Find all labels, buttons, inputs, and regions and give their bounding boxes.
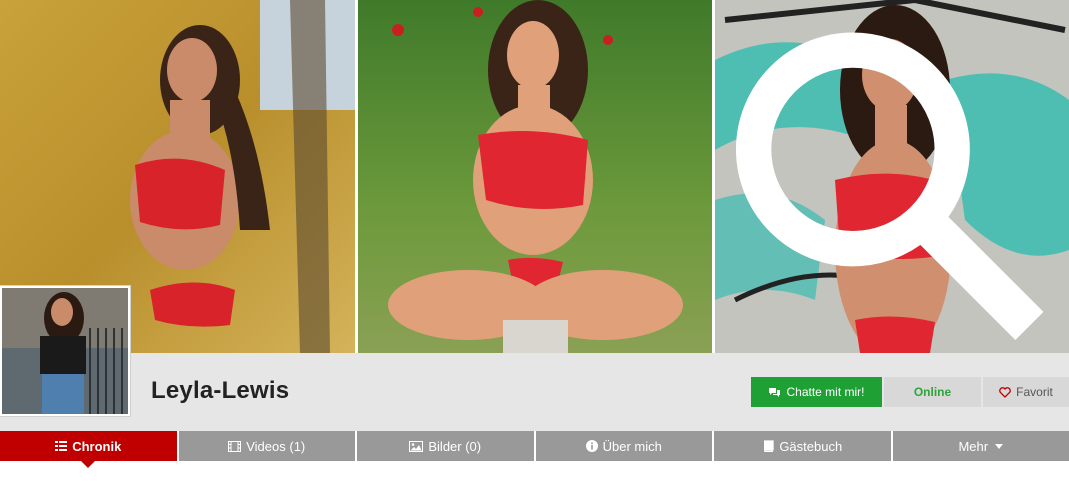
favorite-button[interactable]: Favorit — [983, 377, 1069, 407]
tab-gaestebuch[interactable]: Gästebuch — [714, 431, 891, 461]
profile-name: Leyla-Lewis — [151, 377, 290, 404]
chevron-down-icon — [995, 443, 1004, 449]
film-icon — [228, 440, 242, 452]
tab-gaestebuch-label: Gästebuch — [779, 438, 843, 454]
profile-tabs: Chronik Videos (1) Bilder (0) Über mich … — [0, 431, 1069, 468]
tab-bilder-label: Bilder (0) — [428, 438, 482, 454]
tab-chronik-label: Chronik — [72, 438, 122, 454]
tab-ueber-mich[interactable]: Über mich — [535, 431, 712, 461]
chat-button[interactable]: Chatte mit mir! — [751, 377, 882, 407]
favorite-button-label: Favorit — [1016, 385, 1053, 399]
zoom-icon[interactable] — [715, 6, 1063, 353]
tab-mehr[interactable]: Mehr — [892, 431, 1069, 461]
chat-bubble-icon — [769, 387, 781, 397]
gallery-photo-2[interactable] — [358, 0, 712, 353]
gallery-photo-3[interactable] — [715, 0, 1069, 353]
tab-bilder[interactable]: Bilder (0) — [357, 431, 534, 461]
photo-gallery — [0, 0, 1069, 353]
book-icon — [764, 440, 774, 452]
image-icon — [409, 440, 424, 452]
online-status-label: Online — [913, 385, 952, 399]
online-status: Online — [884, 377, 981, 407]
chat-button-label: Chatte mit mir! — [786, 385, 865, 399]
tab-mehr-label: Mehr — [958, 438, 989, 454]
profile-page: Leyla-Lewis Chatte mit mir! Online Favor… — [0, 0, 1069, 481]
tab-chronik[interactable]: Chronik — [0, 431, 177, 468]
info-icon — [585, 440, 598, 452]
heart-icon — [999, 386, 1011, 398]
tab-videos[interactable]: Videos (1) — [178, 431, 355, 461]
tab-videos-label: Videos (1) — [246, 438, 306, 454]
avatar[interactable] — [0, 286, 130, 416]
list-icon — [55, 441, 68, 451]
tab-ueber-mich-label: Über mich — [602, 438, 662, 454]
